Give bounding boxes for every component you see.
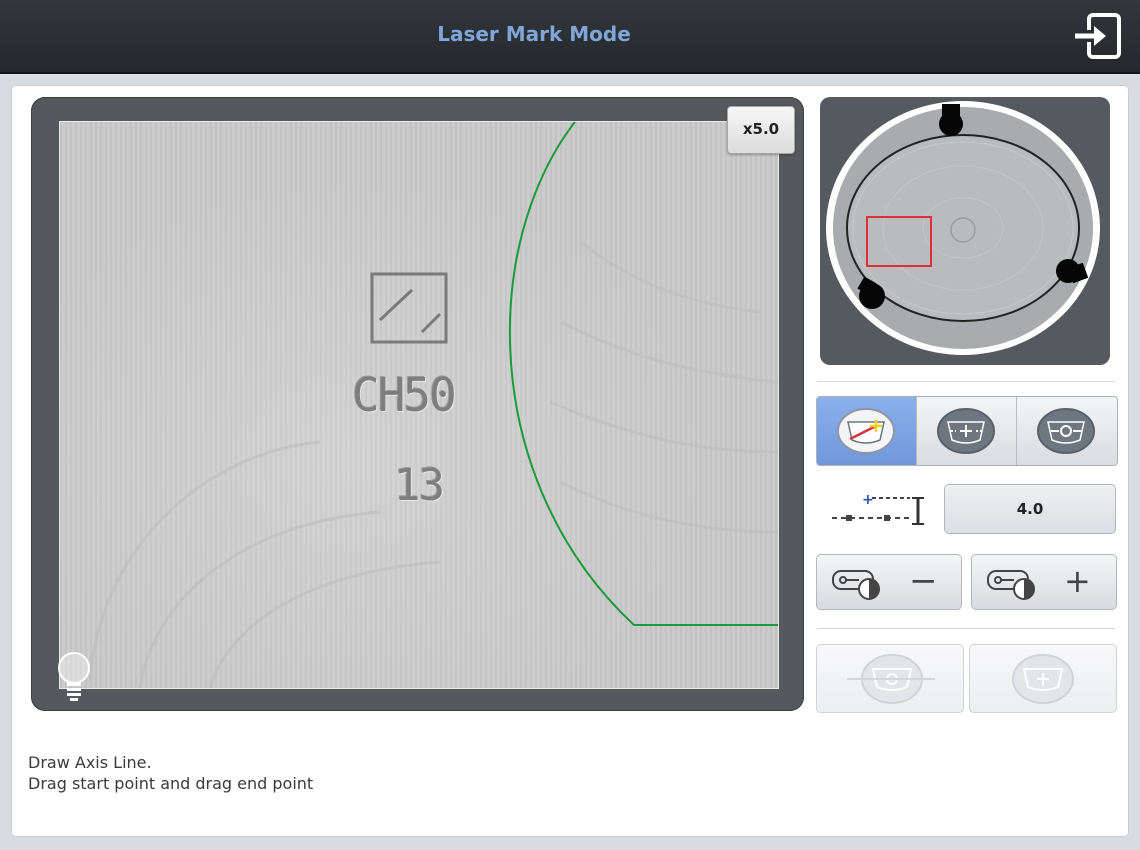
zoom-level-button[interactable]: x5.0 (727, 106, 795, 154)
draw-axis-button[interactable] (817, 397, 917, 465)
align-horizontal-button[interactable] (816, 644, 964, 713)
center-cross-button[interactable] (917, 397, 1017, 465)
brightness-icon (832, 570, 880, 600)
axis-offset-icon: + (832, 492, 924, 525)
brightness-increase-button[interactable]: + (971, 554, 1117, 610)
exit-icon (1075, 13, 1121, 59)
exit-button[interactable] (1070, 8, 1130, 64)
increase-label: + (1064, 562, 1091, 600)
camera-view[interactable]: CH50 13 (59, 121, 779, 689)
mode-selector (816, 396, 1118, 466)
center-circle-button[interactable] (1017, 397, 1116, 465)
title-bar: Laser Mark Mode (0, 0, 1140, 74)
center-mark-button[interactable] (969, 644, 1117, 713)
divider (817, 381, 1115, 382)
status-line-1: Draw Axis Line. (28, 753, 152, 772)
engraving-text-2: 13 (394, 460, 445, 511)
light-toggle-button[interactable] (56, 648, 96, 704)
center-mark-icon (1012, 654, 1074, 704)
align-horizontal-icon (847, 654, 935, 704)
brightness-icon (987, 570, 1035, 600)
status-message: Draw Axis Line. Drag start point and dra… (28, 752, 828, 794)
lens-overview-map[interactable] (820, 97, 1110, 365)
center-cross-icon (937, 408, 995, 454)
decrease-label: − (909, 561, 938, 601)
brightness-decrease-button[interactable]: − (816, 554, 962, 610)
engraving-text-1: CH50 (352, 368, 457, 422)
axis-offset-value[interactable]: 4.0 (944, 484, 1116, 534)
status-line-2: Drag start point and drag end point (28, 774, 314, 793)
draw-axis-icon (837, 408, 895, 454)
page-title: Laser Mark Mode (437, 22, 631, 46)
lightbulb-icon (58, 652, 90, 701)
svg-text:+: + (862, 492, 874, 508)
center-circle-icon (1037, 408, 1095, 454)
axis-line (508, 122, 778, 626)
engraved-symbol (370, 272, 448, 344)
divider (817, 628, 1115, 629)
